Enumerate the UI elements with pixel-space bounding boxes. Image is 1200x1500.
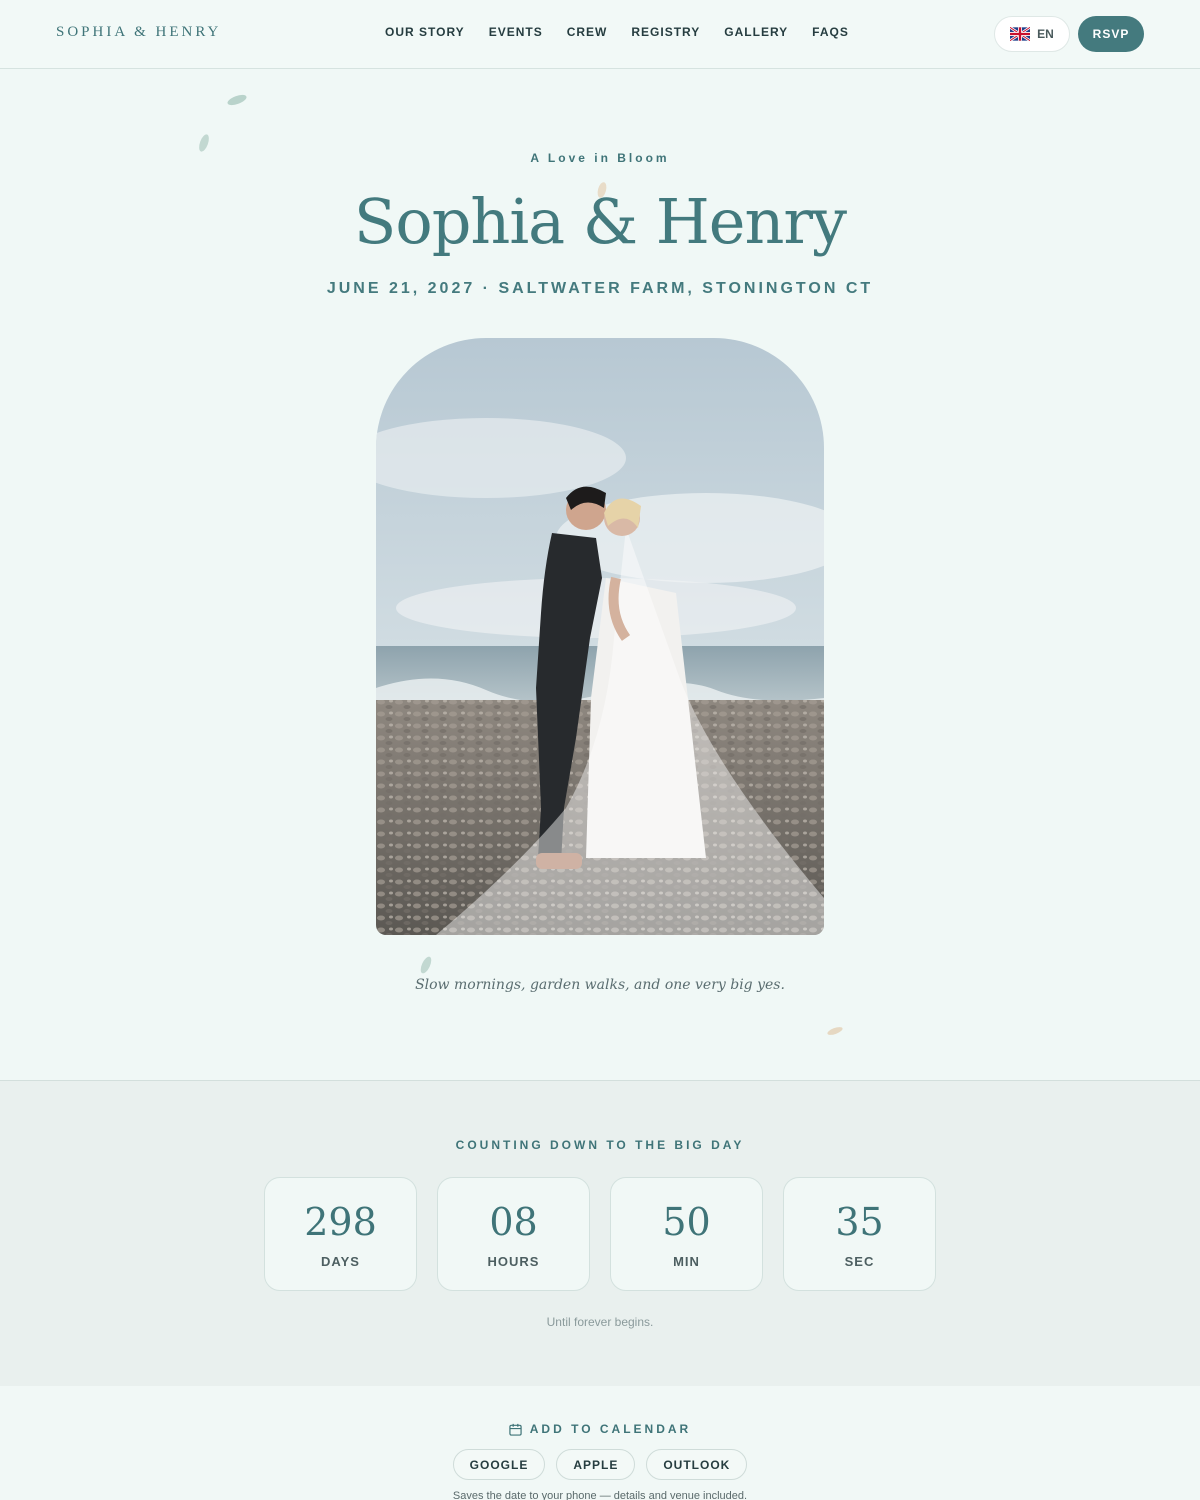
- language-switcher[interactable]: EN: [994, 16, 1070, 52]
- countdown-note: Until forever begins.: [546, 1315, 654, 1329]
- countdown-minutes-value: 50: [662, 1200, 711, 1244]
- countdown-seconds: 35 SEC: [783, 1177, 936, 1291]
- main-nav: OUR STORY EVENTS CREW REGISTRY GALLERY F…: [373, 25, 861, 43]
- leaf-icon: [827, 1027, 843, 1035]
- calendar-note: Saves the date to your phone — details a…: [452, 1490, 748, 1500]
- hero-caption: Slow mornings, garden walks, and one ver…: [415, 977, 785, 993]
- nav-our-story[interactable]: OUR STORY: [373, 25, 477, 43]
- language-label: EN: [1037, 27, 1054, 41]
- leaf-icon: [227, 94, 247, 106]
- calendar-buttons: GOOGLE APPLE OUTLOOK: [0, 1449, 1200, 1480]
- countdown-hours-value: 08: [489, 1200, 538, 1244]
- nav-events[interactable]: EVENTS: [477, 25, 555, 43]
- calendar-icon: [509, 1423, 522, 1436]
- brand-logo[interactable]: SOPHIA & HENRY: [56, 24, 221, 41]
- countdown-section: COUNTING DOWN TO THE BIG DAY 298 DAYS 08…: [0, 1080, 1200, 1386]
- leaf-icon: [420, 956, 432, 974]
- nav-gallery[interactable]: GALLERY: [712, 25, 800, 43]
- rsvp-button[interactable]: RSVP: [1078, 16, 1144, 52]
- calendar-heading-text: ADD TO CALENDAR: [529, 1422, 692, 1436]
- hero-section: A Love in Bloom Sophia & Henry JUNE 21, …: [0, 69, 1200, 1080]
- hero-tagline: A Love in Bloom: [530, 151, 670, 165]
- couple-photo: [376, 338, 824, 935]
- countdown-days-label: DAYS: [321, 1254, 360, 1269]
- countdown-hours: 08 HOURS: [437, 1177, 590, 1291]
- countdown-seconds-value: 35: [835, 1200, 884, 1244]
- countdown-days: 298 DAYS: [264, 1177, 417, 1291]
- nav-registry[interactable]: REGISTRY: [619, 25, 712, 43]
- hero-title: Sophia & Henry: [353, 185, 847, 258]
- leaf-icon: [199, 134, 209, 152]
- nav-crew[interactable]: CREW: [555, 25, 620, 43]
- countdown-heading: COUNTING DOWN TO THE BIG DAY: [455, 1138, 745, 1152]
- site-header: SOPHIA & HENRY OUR STORY EVENTS CREW REG…: [0, 0, 1200, 69]
- google-calendar-button[interactable]: GOOGLE: [452, 1449, 546, 1480]
- uk-flag-icon: [1010, 27, 1031, 41]
- countdown-seconds-label: SEC: [844, 1254, 875, 1269]
- countdown-minutes-label: MIN: [673, 1254, 700, 1269]
- hero-date-venue: JUNE 21, 2027 · SALTWATER FARM, STONINGT…: [326, 280, 874, 297]
- countdown-hours-label: HOURS: [487, 1254, 540, 1269]
- outlook-calendar-button[interactable]: OUTLOOK: [646, 1449, 748, 1480]
- calendar-heading: ADD TO CALENDAR: [0, 1422, 1200, 1436]
- calendar-section: ADD TO CALENDAR GOOGLE APPLE OUTLOOK Sav…: [0, 1386, 1200, 1500]
- countdown-minutes: 50 MIN: [610, 1177, 763, 1291]
- nav-faqs[interactable]: FAQS: [800, 25, 861, 43]
- countdown-days-value: 298: [304, 1200, 377, 1244]
- apple-calendar-button[interactable]: APPLE: [556, 1449, 636, 1480]
